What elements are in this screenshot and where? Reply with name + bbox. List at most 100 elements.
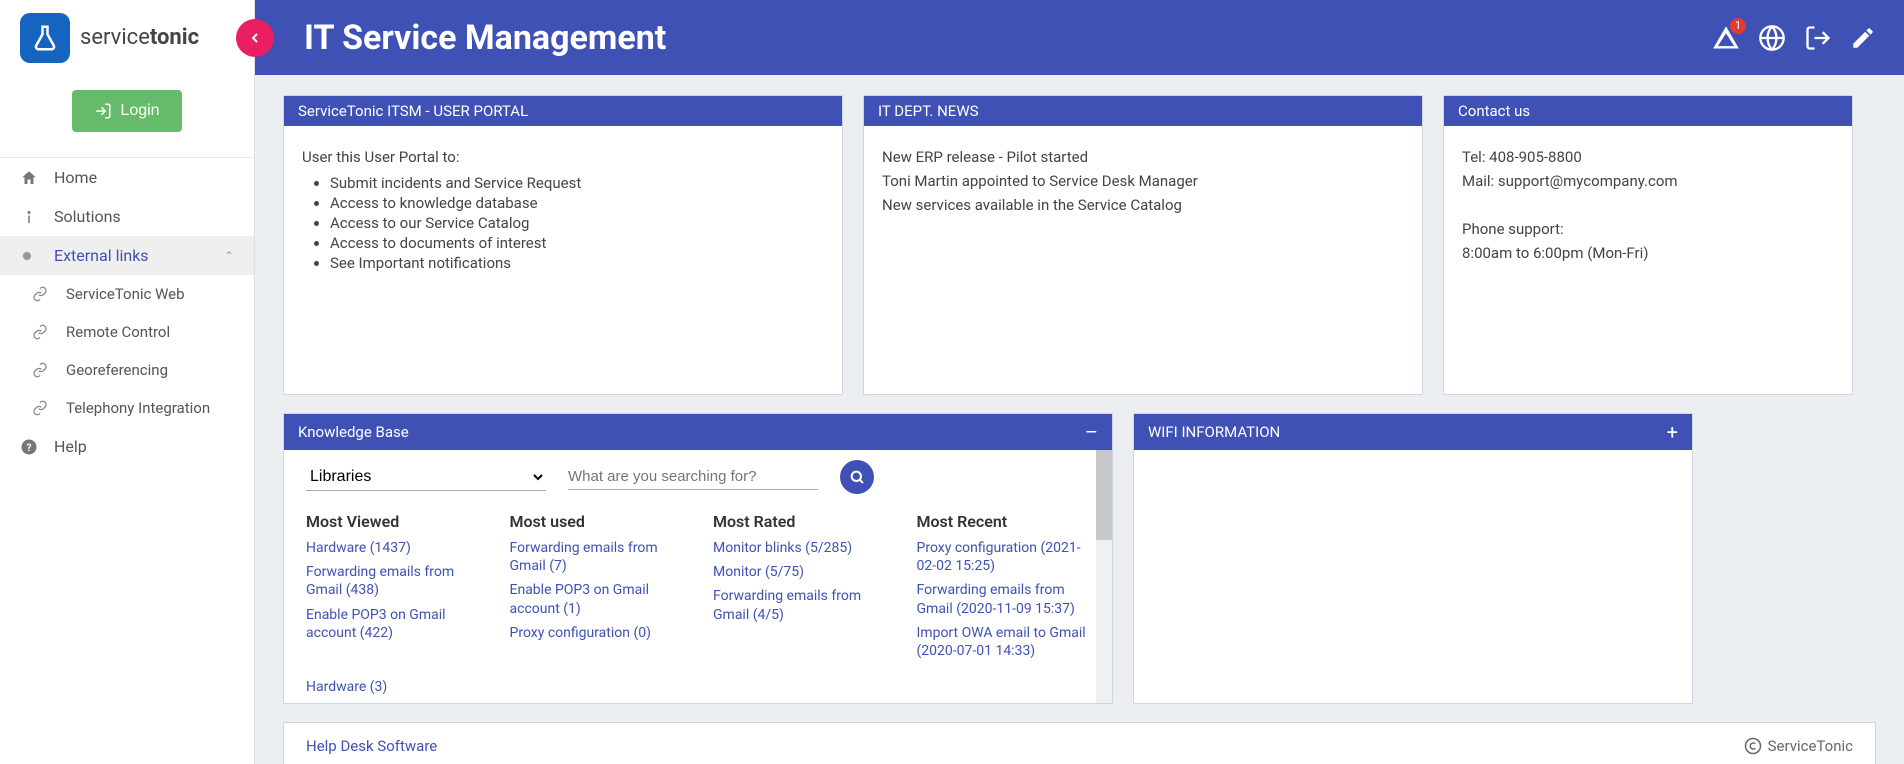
card-user-portal-body: User this User Portal to: Submit inciden… xyxy=(284,126,842,394)
pencil-icon xyxy=(1850,25,1876,51)
svg-text:?: ? xyxy=(26,440,31,453)
collapse-card-button[interactable]: – xyxy=(1085,420,1098,444)
kb-link[interactable]: Enable POP3 on Gmail account (1) xyxy=(510,581,684,617)
portal-item: Access to documents of interest xyxy=(330,234,824,252)
card-wifi-header: WIFI INFORMATION + xyxy=(1134,414,1692,450)
portal-item: Submit incidents and Service Request xyxy=(330,174,824,192)
kb-link[interactable]: Hardware (1437) xyxy=(306,539,480,557)
edit-button[interactable] xyxy=(1850,25,1876,51)
footer: Help Desk Software ServiceTonic xyxy=(283,722,1876,764)
search-icon xyxy=(849,469,865,485)
nav-help-label: Help xyxy=(54,437,87,456)
info-icon xyxy=(20,208,40,226)
home-icon xyxy=(20,169,40,187)
expand-card-button[interactable]: + xyxy=(1667,420,1678,444)
chevron-left-icon xyxy=(247,30,263,46)
nav-servicetonic-web-label: ServiceTonic Web xyxy=(66,285,185,303)
link-icon xyxy=(32,362,52,378)
card-news: IT DEPT. NEWS New ERP release - Pilot st… xyxy=(863,95,1423,395)
login-button[interactable]: Login xyxy=(72,90,181,132)
alert-badge: 1 xyxy=(1730,18,1746,34)
nav-georeferencing[interactable]: Georeferencing xyxy=(0,351,254,389)
kb-library-select[interactable]: Libraries xyxy=(306,463,546,491)
nav-home[interactable]: Home xyxy=(0,158,254,197)
card-knowledge-base: Knowledge Base – Libraries xyxy=(283,413,1113,704)
news-item: New services available in the Service Ca… xyxy=(882,196,1404,214)
card-user-portal-header: ServiceTonic ITSM - USER PORTAL xyxy=(284,96,842,126)
nav-home-label: Home xyxy=(54,168,97,187)
news-item: Toni Martin appointed to Service Desk Ma… xyxy=(882,172,1404,190)
row-1: ServiceTonic ITSM - USER PORTAL User thi… xyxy=(283,95,1876,395)
card-contact-header: Contact us xyxy=(1444,96,1852,126)
nav-external-links[interactable]: External links ⌃ xyxy=(0,236,254,275)
kb-link[interactable]: Forwarding emails from Gmail (2020-11-09… xyxy=(917,581,1091,617)
kb-link[interactable]: Monitor (5/75) xyxy=(713,563,887,581)
footer-link[interactable]: Help Desk Software xyxy=(306,737,437,755)
logout-button[interactable] xyxy=(1804,24,1832,52)
kb-link[interactable]: Proxy configuration (0) xyxy=(510,624,684,642)
kb-columns: Most Viewed Hardware (1437) Forwarding e… xyxy=(284,494,1112,676)
nav-solutions[interactable]: Solutions xyxy=(0,197,254,236)
kb-col-most-rated: Most Rated Monitor blinks (5/285) Monito… xyxy=(713,512,887,666)
kb-link[interactable]: Forwarding emails from Gmail (7) xyxy=(510,539,684,575)
portal-item: See Important notifications xyxy=(330,254,824,272)
nav-telephony[interactable]: Telephony Integration xyxy=(0,389,254,427)
kb-toolbar: Libraries xyxy=(284,450,1112,494)
kb-footer: Hardware (3) xyxy=(284,676,1112,703)
nav-external-links-label: External links xyxy=(54,246,149,265)
card-wifi: WIFI INFORMATION + xyxy=(1133,413,1693,704)
chevron-up-icon: ⌃ xyxy=(224,249,234,263)
card-news-body: New ERP release - Pilot started Toni Mar… xyxy=(864,126,1422,394)
kb-link[interactable]: Hardware (3) xyxy=(306,679,387,695)
kb-link[interactable]: Forwarding emails from Gmail (438) xyxy=(306,563,480,599)
card-contact: Contact us Tel: 408-905-8800 Mail: suppo… xyxy=(1443,95,1853,395)
brand: servicetonic xyxy=(0,0,254,75)
footer-credit-text: ServiceTonic xyxy=(1768,737,1853,755)
language-button[interactable] xyxy=(1758,24,1786,52)
kb-col-most-used: Most used Forwarding emails from Gmail (… xyxy=(510,512,684,666)
kb-link[interactable]: Enable POP3 on Gmail account (422) xyxy=(306,606,480,642)
contact-mail: Mail: support@mycompany.com xyxy=(1462,172,1834,190)
login-icon xyxy=(94,102,112,120)
nav-servicetonic-web[interactable]: ServiceTonic Web xyxy=(0,275,254,313)
nav: Home Solutions External links ⌃ ServiceT… xyxy=(0,157,254,466)
nav-solutions-label: Solutions xyxy=(54,207,121,226)
login-label: Login xyxy=(120,102,159,120)
link-icon xyxy=(32,324,52,340)
nav-external-sub: ServiceTonic Web Remote Control Georefer… xyxy=(0,275,254,427)
nav-remote-control[interactable]: Remote Control xyxy=(0,313,254,351)
kb-link[interactable]: Forwarding emails from Gmail (4/5) xyxy=(713,587,887,623)
kb-col-heading: Most Recent xyxy=(917,512,1091,531)
kb-col-heading: Most Viewed xyxy=(306,512,480,531)
kb-link[interactable]: Monitor blinks (5/285) xyxy=(713,539,887,557)
link-icon xyxy=(32,400,52,416)
nav-remote-control-label: Remote Control xyxy=(66,323,170,341)
collapse-sidebar-button[interactable] xyxy=(236,19,274,57)
kb-link[interactable]: Import OWA email to Gmail (2020-07-01 14… xyxy=(917,624,1091,660)
portal-item: Access to knowledge database xyxy=(330,194,824,212)
kb-scrollbar[interactable] xyxy=(1096,450,1112,703)
card-news-header: IT DEPT. NEWS xyxy=(864,96,1422,126)
nav-help[interactable]: ? Help xyxy=(0,427,254,466)
kb-search-input[interactable] xyxy=(568,464,818,490)
kb-col-most-viewed: Most Viewed Hardware (1437) Forwarding e… xyxy=(306,512,480,666)
kb-link[interactable]: Proxy configuration (2021-02-02 15:25) xyxy=(917,539,1091,575)
kb-col-heading: Most used xyxy=(510,512,684,531)
card-user-portal: ServiceTonic ITSM - USER PORTAL User thi… xyxy=(283,95,843,395)
card-wifi-title: WIFI INFORMATION xyxy=(1148,423,1280,441)
dot-icon xyxy=(20,249,40,263)
help-icon: ? xyxy=(20,438,40,456)
alerts-button[interactable]: 1 xyxy=(1712,24,1740,52)
contact-phone-label: Phone support: xyxy=(1462,220,1834,238)
row-2: Knowledge Base – Libraries xyxy=(283,413,1876,704)
contact-tel: Tel: 408-905-8800 xyxy=(1462,148,1834,166)
topbar: IT Service Management 1 xyxy=(255,0,1904,75)
topbar-actions: 1 xyxy=(1712,24,1876,52)
brand-name: servicetonic xyxy=(80,25,199,50)
footer-credit: ServiceTonic xyxy=(1744,737,1853,755)
copyright-icon xyxy=(1744,737,1762,755)
kb-search-button[interactable] xyxy=(840,460,874,494)
contact-phone-hours: 8:00am to 6:00pm (Mon-Fri) xyxy=(1462,244,1834,262)
globe-icon xyxy=(1758,24,1786,52)
kb-scroll-thumb[interactable] xyxy=(1096,450,1112,540)
